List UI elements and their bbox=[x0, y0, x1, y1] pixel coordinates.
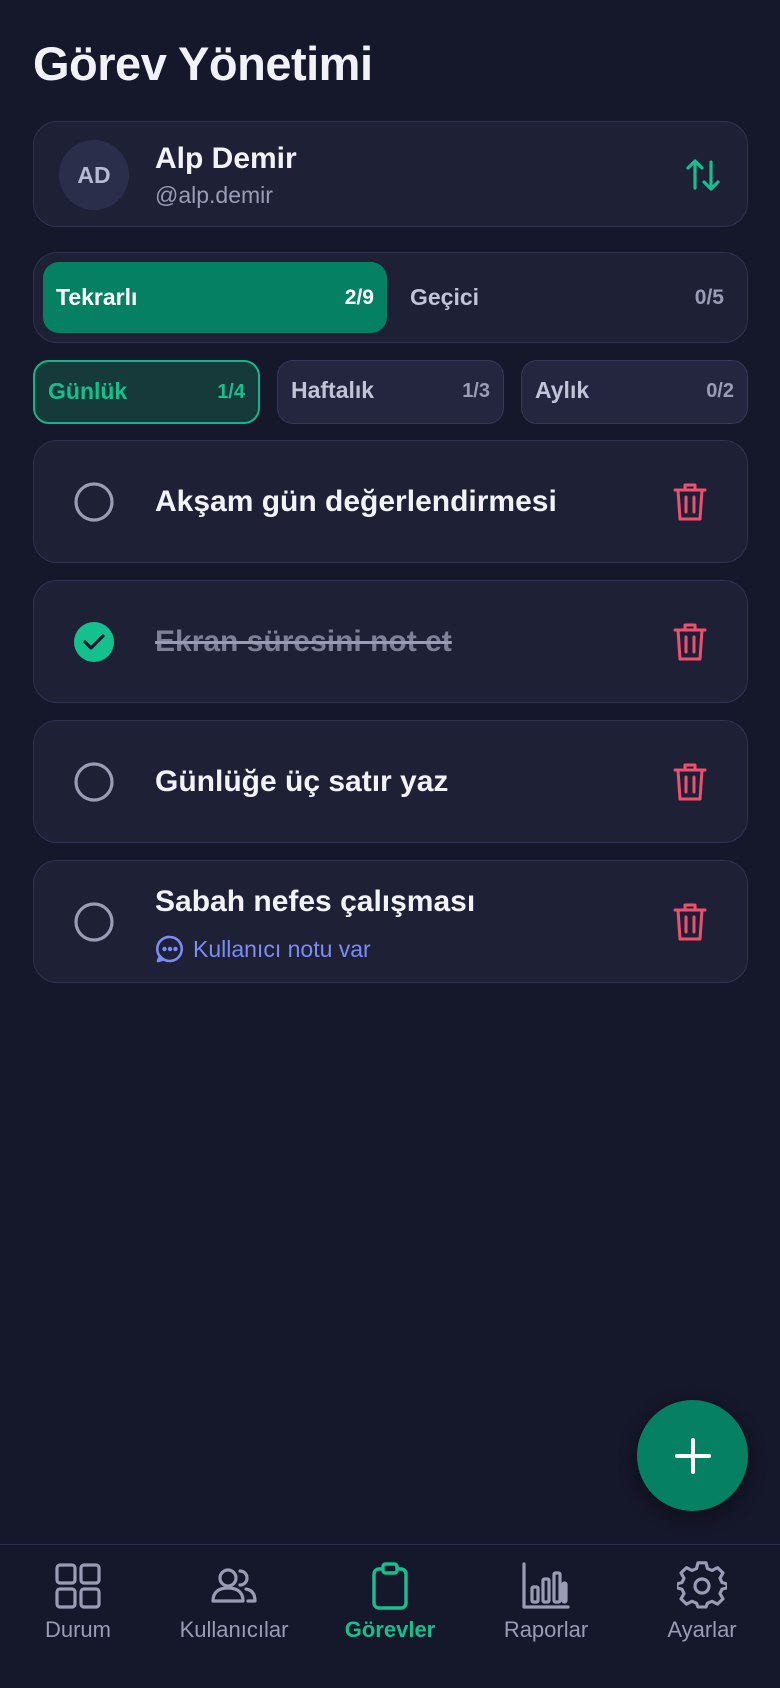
bottom-navigation: Durum Kullanıcılar Görevler Raporlar Aya… bbox=[0, 1544, 780, 1688]
period-tab-aylik[interactable]: Aylık 0/2 bbox=[521, 360, 748, 424]
clipboard-icon bbox=[372, 1562, 408, 1610]
period-count: 1/3 bbox=[462, 380, 490, 402]
segment-label: Geçici bbox=[410, 284, 480, 310]
nav-label: Görevler bbox=[344, 1617, 436, 1642]
nav-label: Raporlar bbox=[503, 1617, 589, 1642]
nav-item-raporlar[interactable]: Raporlar bbox=[468, 1545, 624, 1688]
task-item[interactable]: Sabah nefes çalışması Kullanıcı notu var bbox=[33, 860, 748, 983]
nav-label: Kullanıcılar bbox=[179, 1617, 289, 1642]
task-title: Sabah nefes çalışması bbox=[155, 885, 476, 918]
nav-label: Ayarlar bbox=[667, 1617, 737, 1642]
plus-icon bbox=[674, 1437, 711, 1474]
period-label: Haftalık bbox=[291, 377, 375, 403]
user-name: Alp Demir bbox=[155, 142, 297, 175]
add-task-button[interactable] bbox=[637, 1400, 748, 1511]
task-type-segmented-control: Tekrarlı 2/9 Geçici 0/5 bbox=[33, 252, 748, 343]
period-label: Aylık bbox=[535, 377, 590, 403]
task-note-label: Kullanıcı notu var bbox=[193, 935, 371, 962]
period-tab-haftalik[interactable]: Haftalık 1/3 bbox=[277, 360, 504, 424]
checkbox-unchecked-icon[interactable] bbox=[74, 482, 114, 522]
segment-gecici[interactable]: Geçici 0/5 bbox=[395, 262, 739, 333]
checkbox-checked-icon[interactable] bbox=[74, 622, 114, 662]
bar-chart-icon bbox=[522, 1562, 570, 1609]
period-tab-gunluk[interactable]: Günlük 1/4 bbox=[33, 360, 260, 424]
users-icon bbox=[211, 1568, 257, 1603]
task-title: Akşam gün değerlendirmesi bbox=[155, 485, 557, 518]
gear-icon bbox=[677, 1561, 727, 1609]
task-title: Ekran süresini not et bbox=[155, 625, 452, 658]
chat-bubble-icon bbox=[155, 935, 183, 963]
trash-icon[interactable] bbox=[673, 622, 707, 662]
segment-label: Tekrarlı bbox=[56, 284, 138, 310]
task-item[interactable]: Günlüğe üç satır yaz bbox=[33, 720, 748, 843]
task-item[interactable]: Ekran süresini not et bbox=[33, 580, 748, 703]
segment-tekrarli[interactable]: Tekrarlı 2/9 bbox=[43, 262, 387, 333]
period-count: 1/4 bbox=[217, 381, 245, 403]
trash-icon[interactable] bbox=[673, 902, 707, 942]
user-handle: @alp.demir bbox=[155, 182, 273, 208]
task-note[interactable]: Kullanıcı notu var bbox=[155, 934, 371, 964]
user-card[interactable]: AD Alp Demir @alp.demir bbox=[33, 121, 748, 227]
trash-icon[interactable] bbox=[673, 762, 707, 802]
trash-icon[interactable] bbox=[673, 482, 707, 522]
grid-icon bbox=[55, 1563, 101, 1609]
nav-item-gorevler[interactable]: Görevler bbox=[312, 1545, 468, 1688]
nav-item-durum[interactable]: Durum bbox=[0, 1545, 156, 1688]
nav-item-ayarlar[interactable]: Ayarlar bbox=[624, 1545, 780, 1688]
period-count: 0/2 bbox=[706, 380, 734, 402]
page-title: Görev Yönetimi bbox=[33, 37, 373, 90]
task-item[interactable]: Akşam gün değerlendirmesi bbox=[33, 440, 748, 563]
sort-icon[interactable] bbox=[683, 155, 723, 195]
nav-item-kullanicilar[interactable]: Kullanıcılar bbox=[156, 1545, 312, 1688]
avatar: AD bbox=[59, 140, 129, 210]
nav-label: Durum bbox=[44, 1617, 111, 1642]
task-title: Günlüğe üç satır yaz bbox=[155, 765, 449, 798]
segment-count: 0/5 bbox=[694, 286, 724, 309]
segment-count: 2/9 bbox=[344, 286, 374, 309]
checkbox-unchecked-icon[interactable] bbox=[74, 902, 114, 942]
period-label: Günlük bbox=[48, 378, 128, 404]
checkbox-unchecked-icon[interactable] bbox=[74, 762, 114, 802]
